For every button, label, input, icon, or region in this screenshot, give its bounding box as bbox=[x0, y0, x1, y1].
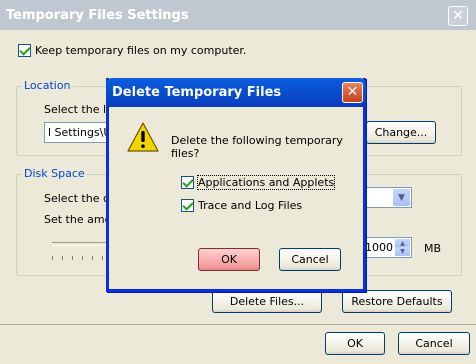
window-title: Temporary Files Settings bbox=[6, 7, 189, 23]
option-trace-logs[interactable]: Trace and Log Files bbox=[181, 199, 302, 212]
applications-label: Applications and Applets bbox=[196, 175, 336, 190]
footer-divider bbox=[0, 324, 476, 325]
ok-button[interactable]: OK bbox=[325, 332, 385, 355]
disk-space-unit: MB bbox=[424, 242, 442, 255]
disk-space-value: 1000 bbox=[365, 241, 393, 254]
warning-icon bbox=[127, 122, 159, 152]
location-path-field[interactable]: l Settings\Us bbox=[44, 122, 114, 143]
disk-space-group-label: Disk Space bbox=[22, 167, 87, 180]
window-close-icon[interactable]: ✕ bbox=[448, 6, 468, 26]
location-select-label: Select the lo bbox=[44, 103, 113, 116]
slider-ticks bbox=[52, 256, 108, 260]
option-applications[interactable]: Applications and Applets bbox=[181, 175, 336, 190]
location-group-label: Location bbox=[22, 79, 73, 92]
keep-files-option[interactable]: Keep temporary files on my computer. bbox=[18, 44, 246, 57]
disk-space-select-label: Select the co bbox=[44, 192, 116, 205]
delete-temporary-files-dialog: Delete Temporary Files ✕ Delete the foll… bbox=[106, 78, 366, 292]
disk-space-spinner[interactable]: 1000 ▲ ▼ bbox=[364, 237, 412, 258]
trace-logs-checkbox[interactable] bbox=[181, 199, 194, 212]
trace-logs-label: Trace and Log Files bbox=[198, 199, 303, 212]
applications-checkbox[interactable] bbox=[181, 176, 194, 189]
restore-defaults-button[interactable]: Restore Defaults bbox=[342, 290, 452, 313]
compression-select[interactable]: ▼ bbox=[366, 187, 412, 208]
spin-down-icon[interactable]: ▼ bbox=[395, 247, 410, 256]
dialog-titlebar: Delete Temporary Files ✕ bbox=[106, 78, 366, 107]
window-titlebar: Temporary Files Settings ✕ bbox=[0, 0, 476, 30]
keep-files-label: Keep temporary files on my computer. bbox=[35, 44, 247, 57]
dialog-ok-button[interactable]: OK bbox=[198, 248, 260, 271]
delete-files-button[interactable]: Delete Files... bbox=[212, 290, 322, 313]
chevron-down-icon[interactable]: ▼ bbox=[393, 189, 410, 206]
keep-files-checkbox[interactable] bbox=[18, 44, 31, 57]
dialog-prompt: Delete the following temporary files? bbox=[171, 134, 343, 160]
cancel-button[interactable]: Cancel bbox=[398, 332, 470, 355]
change-button[interactable]: Change... bbox=[366, 121, 436, 144]
dialog-cancel-button[interactable]: Cancel bbox=[279, 248, 341, 271]
dialog-close-icon[interactable]: ✕ bbox=[342, 82, 363, 103]
dialog-title: Delete Temporary Files bbox=[112, 85, 282, 100]
disk-space-slider-track[interactable] bbox=[52, 242, 110, 246]
